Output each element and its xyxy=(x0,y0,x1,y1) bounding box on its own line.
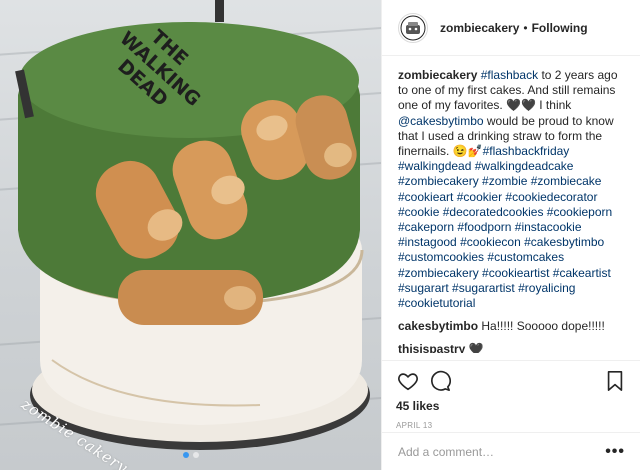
stick xyxy=(215,0,224,22)
hashtag-link[interactable]: #cookieporn xyxy=(547,205,612,219)
bookmark-icon[interactable] xyxy=(603,369,627,393)
caption: zombiecakery #flashback to 2 years ago t… xyxy=(398,68,624,311)
comment-author[interactable]: thisispastry xyxy=(398,342,465,353)
hashtag-link[interactable]: #zombiecake xyxy=(531,174,602,188)
separator: • xyxy=(523,20,528,35)
comment-text: Ha!!!!! Sooooo dope!!!!! xyxy=(478,319,605,334)
hashtag-link[interactable]: #walkingdeadcake xyxy=(475,159,574,173)
carousel-indicator xyxy=(0,452,381,458)
hashtag-link[interactable]: #cookiecon xyxy=(460,235,521,249)
hashtag-link[interactable]: #zombiecakery xyxy=(398,174,479,188)
hashtag-link[interactable]: #flashback xyxy=(481,68,538,82)
comment: thisispastry 🖤 xyxy=(398,342,624,353)
comment-text: 🖤 xyxy=(465,342,484,353)
caption-text: #flashback to 2 years ago to one of my f… xyxy=(398,68,618,310)
hashtag-link[interactable]: #cookier xyxy=(457,190,502,204)
hashtag-link[interactable]: #royalicing xyxy=(518,281,575,295)
hashtag-link[interactable]: #flashbackfriday xyxy=(483,144,570,158)
hashtag-link[interactable]: #cakeporn xyxy=(398,220,454,234)
hashtag-link[interactable]: #cookie xyxy=(398,205,439,219)
mention-link[interactable]: @cakesbytimbo xyxy=(398,114,484,128)
comment-author[interactable]: cakesbytimbo xyxy=(398,319,478,333)
hashtag-link[interactable]: #cookietutorial xyxy=(398,296,475,310)
carousel-dot[interactable] xyxy=(182,452,189,458)
hashtag-link[interactable]: #cookieartist xyxy=(482,266,549,280)
hashtag-link[interactable]: #instagood xyxy=(398,235,457,249)
likes-count[interactable]: 45 likes xyxy=(396,399,627,413)
carousel-dot[interactable] xyxy=(192,452,199,458)
post-sidebar: zombiecakery • Following zombiecakery #f… xyxy=(381,0,640,470)
following-button[interactable]: Following xyxy=(532,21,588,35)
add-comment-bar: ••• xyxy=(382,432,640,470)
hashtag-link[interactable]: #cakesbytimbo xyxy=(524,235,604,249)
hashtag-link[interactable]: #foodporn xyxy=(457,220,511,234)
heart-icon[interactable] xyxy=(396,369,420,393)
post-date[interactable]: APRIL 13 xyxy=(396,421,627,430)
zombie-finger xyxy=(118,270,263,325)
comment-bubble-icon[interactable] xyxy=(428,369,452,393)
post-image[interactable]: THE WALKING DEAD zombie cakery xyxy=(0,0,381,470)
hashtag-link[interactable]: #zombie xyxy=(482,174,527,188)
hashtag-link[interactable]: #cookiedecorator xyxy=(505,190,597,204)
hashtag-link[interactable]: #customcookies xyxy=(398,250,484,264)
post-actions: 45 likes APRIL 13 xyxy=(382,360,640,430)
hashtag-link[interactable]: #zombiecakery xyxy=(398,266,479,280)
hashtag-link[interactable]: #decoratedcookies xyxy=(443,205,544,219)
hashtag-link[interactable]: #sugarartist xyxy=(452,281,515,295)
caption-author[interactable]: zombiecakery xyxy=(398,68,477,82)
hashtag-link[interactable]: #customcakes xyxy=(487,250,564,264)
hashtag-link[interactable]: #sugarart xyxy=(398,281,449,295)
hashtag-link[interactable]: #walkingdead xyxy=(398,159,471,173)
more-options-icon[interactable]: ••• xyxy=(605,443,625,461)
cake-illustration: THE WALKING DEAD xyxy=(15,0,370,450)
hashtag-link[interactable]: #instacookie xyxy=(515,220,582,234)
post-author[interactable]: zombiecakery xyxy=(440,21,519,35)
comments-list: zombiecakery #flashback to 2 years ago t… xyxy=(382,56,640,353)
hashtag-link[interactable]: #cookieart xyxy=(398,190,453,204)
comment: cakesbytimbo Ha!!!!! Sooooo dope!!!!! xyxy=(398,319,624,334)
hashtag-link[interactable]: #cakeartist xyxy=(553,266,611,280)
zombiecakery-logo-icon[interactable] xyxy=(398,12,428,43)
add-comment-input[interactable] xyxy=(398,444,606,459)
post-header: zombiecakery • Following xyxy=(382,0,640,56)
